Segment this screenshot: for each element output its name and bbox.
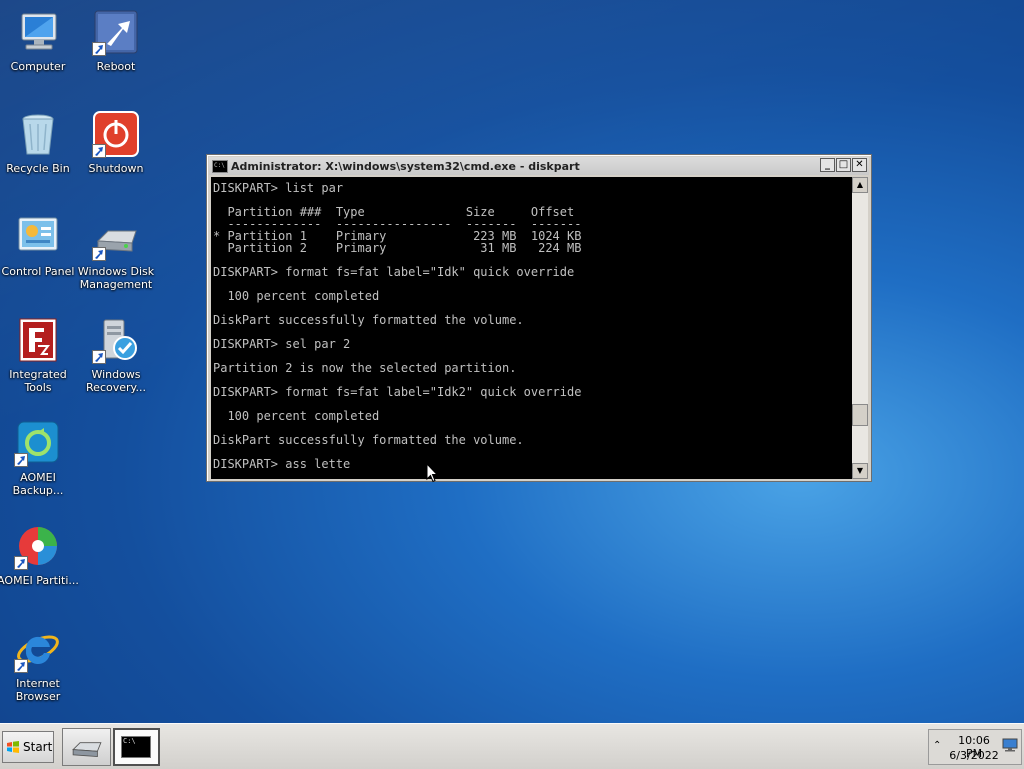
integrated-tools-icon xyxy=(14,316,62,364)
aomei-backup-icon xyxy=(14,419,62,467)
hard-drive-icon xyxy=(72,742,102,757)
control-panel-icon xyxy=(14,213,62,261)
system-tray: ⌃ 10:06 PM 6/3/2022 xyxy=(928,729,1022,765)
windows-recovery-icon xyxy=(92,316,140,364)
network-icon[interactable] xyxy=(1002,738,1018,752)
scroll-thumb[interactable] xyxy=(852,404,868,426)
cmd-window-title: Administrator: X:\windows\system32\cmd.e… xyxy=(231,159,580,173)
recycle-bin-icon xyxy=(14,110,62,158)
window-controls: _ □ ✕ xyxy=(820,158,867,172)
console-icon: C:\ xyxy=(212,159,228,173)
shutdown-icon xyxy=(92,110,140,158)
desktop-icon-integrated-tools[interactable]: Integrated Tools xyxy=(0,316,80,394)
desktop-icon-control-panel[interactable]: Control Panel xyxy=(0,213,80,278)
cmd-titlebar[interactable]: C:\ Administrator: X:\windows\system32\c… xyxy=(209,157,869,175)
show-hidden-icons-button[interactable]: ⌃ xyxy=(933,740,941,751)
shortcut-arrow-icon xyxy=(92,350,106,364)
windows-logo-icon xyxy=(7,741,19,753)
start-label: Start xyxy=(23,740,53,754)
vertical-scrollbar[interactable]: ▲ ▼ xyxy=(852,177,868,479)
start-button[interactable]: Start xyxy=(2,731,54,763)
desktop-icon-disk-management[interactable]: Windows Disk Management xyxy=(74,213,158,291)
scroll-up-button[interactable]: ▲ xyxy=(852,177,868,193)
desktop-icon-windows-recovery[interactable]: Windows Recovery... xyxy=(74,316,158,394)
maximize-button[interactable]: □ xyxy=(836,158,851,172)
console-icon: C:\ xyxy=(121,736,151,758)
desktop-icon-aomei-partition[interactable]: AOMEI Partiti... xyxy=(0,522,80,587)
reboot-icon xyxy=(92,8,140,56)
shortcut-arrow-icon xyxy=(92,42,106,56)
minimize-button[interactable]: _ xyxy=(820,158,835,172)
shortcut-arrow-icon xyxy=(92,247,106,261)
internet-browser-icon xyxy=(14,625,62,673)
desktop-icon-internet-browser[interactable]: Internet Browser xyxy=(0,625,80,703)
shortcut-arrow-icon xyxy=(14,659,28,673)
taskbar-button-cmd[interactable]: C:\ xyxy=(113,728,160,766)
taskbar-button-drive-tool[interactable] xyxy=(62,728,111,766)
desktop-icon-aomei-backup[interactable]: AOMEI Backup... xyxy=(0,419,80,497)
computer-icon xyxy=(14,8,62,56)
shortcut-arrow-icon xyxy=(14,453,28,467)
console-output[interactable]: DISKPART> list par Partition ### Type Si… xyxy=(211,177,852,479)
cmd-window[interactable]: C:\ Administrator: X:\windows\system32\c… xyxy=(206,154,872,482)
mouse-cursor-icon xyxy=(426,463,438,483)
scroll-down-button[interactable]: ▼ xyxy=(852,463,868,479)
clock-date[interactable]: 6/3/2022 xyxy=(949,749,999,762)
taskbar: Start C:\ ⌃ 10:06 PM 6/3/2022 xyxy=(0,723,1024,769)
desktop-icon-reboot[interactable]: Reboot xyxy=(74,8,158,73)
close-button[interactable]: ✕ xyxy=(852,158,867,172)
aomei-partition-icon xyxy=(14,522,62,570)
desktop-icon-shutdown[interactable]: Shutdown xyxy=(74,110,158,175)
desktop-icon-recycle-bin[interactable]: Recycle Bin xyxy=(0,110,80,175)
shortcut-arrow-icon xyxy=(92,144,106,158)
desktop-icon-computer[interactable]: Computer xyxy=(0,8,80,73)
disk-management-icon xyxy=(92,213,140,261)
console-text: DISKPART> list par Partition ### Type Si… xyxy=(213,181,582,471)
shortcut-arrow-icon xyxy=(14,556,28,570)
